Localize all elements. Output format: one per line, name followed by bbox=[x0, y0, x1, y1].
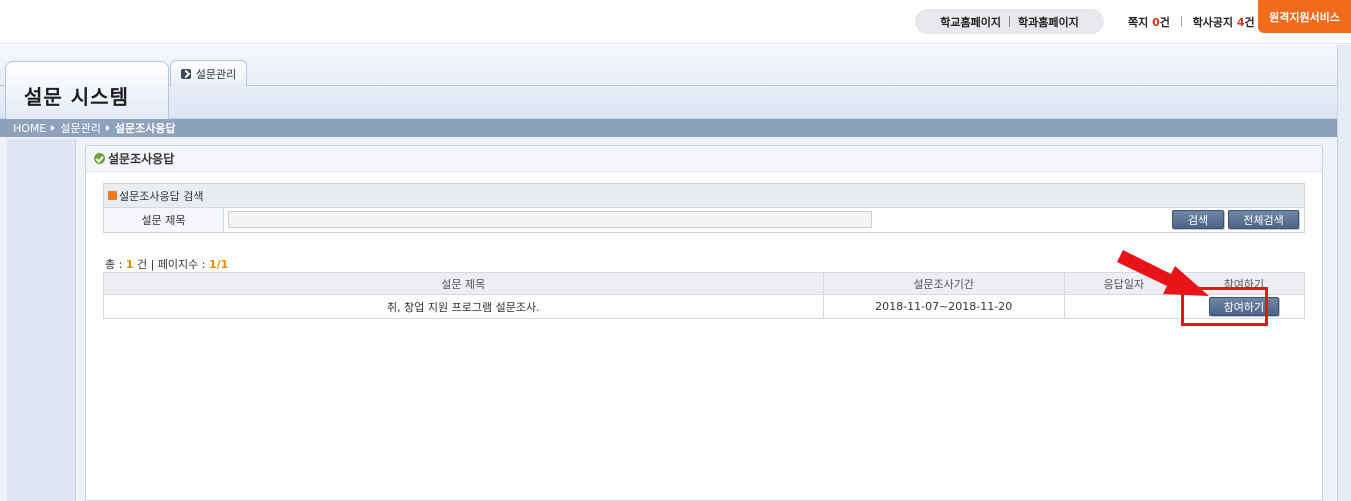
system-title: 설문 시스템 bbox=[24, 85, 129, 109]
messages-link[interactable]: 쪽지 0건 bbox=[1128, 16, 1170, 29]
left-sidebar bbox=[7, 139, 76, 501]
dept-home-link[interactable]: 학과홈페이지 bbox=[1018, 14, 1079, 30]
top-bar: 학교홈페이지 학과홈페이지 쪽지 0건 학사공지 4건 원격지원서비스 bbox=[0, 0, 1351, 44]
divider bbox=[1180, 16, 1182, 27]
annotation-highlight-box bbox=[1181, 287, 1268, 326]
notices-count: 4 bbox=[1236, 16, 1245, 29]
notices-link[interactable]: 학사공지 4건 bbox=[1193, 16, 1255, 29]
page-title: 설문조사응답 bbox=[108, 152, 175, 166]
search-button[interactable]: 검색 bbox=[1172, 210, 1224, 229]
pages-value: 1/1 bbox=[209, 258, 229, 271]
notices-unit: 건 bbox=[1244, 16, 1255, 29]
check-circle-icon bbox=[94, 153, 105, 164]
pages-label: | 페이지수 : bbox=[150, 258, 206, 271]
search-panel: 설문조사응답 검색 설문 제목 검색 전체검색 bbox=[103, 183, 1305, 233]
breadcrumb-arrow-icon bbox=[51, 125, 56, 131]
total-label: 총 : bbox=[105, 258, 123, 271]
content-panel: 설문조사응답 설문조사응답 검색 설문 제목 검색 전체검색 총 : 1 건 |… bbox=[85, 145, 1323, 501]
tab-label: 설문관리 bbox=[195, 67, 237, 81]
search-row: 설문 제목 검색 전체검색 bbox=[104, 208, 1304, 232]
search-panel-header: 설문조사응답 검색 bbox=[104, 184, 1304, 208]
total-count: 1 bbox=[125, 258, 134, 271]
messages-label: 쪽지 bbox=[1128, 16, 1149, 29]
col-header-period: 설문조사기간 bbox=[822, 272, 1065, 295]
right-scroll-strip bbox=[1337, 45, 1351, 501]
messages-unit: 건 bbox=[1159, 16, 1170, 29]
result-summary: 총 : 1 건 | 페이지수 : 1/1 bbox=[105, 256, 228, 272]
cell-period: 2018-11-07~2018-11-20 bbox=[822, 294, 1065, 319]
divider bbox=[1009, 16, 1010, 27]
home-links: 학교홈페이지 학과홈페이지 bbox=[915, 9, 1104, 34]
search-panel-title: 설문조사응답 검색 bbox=[119, 189, 204, 203]
breadcrumb-arrow-icon bbox=[105, 125, 110, 131]
notification-links: 쪽지 0건 학사공지 4건 bbox=[1128, 14, 1255, 30]
search-label: 설문 제목 bbox=[104, 208, 224, 232]
breadcrumb-current: 설문조사응답 bbox=[114, 122, 176, 135]
breadcrumb-level1[interactable]: 설문관리 bbox=[60, 120, 100, 136]
total-unit: 건 bbox=[136, 258, 148, 271]
cell-title: 취, 창업 지원 프로그램 설문조사. bbox=[103, 294, 824, 319]
tab-survey-management[interactable]: 설문관리 bbox=[170, 60, 247, 86]
breadcrumb-home[interactable]: HOME bbox=[13, 122, 46, 135]
col-header-title: 설문 제목 bbox=[103, 272, 824, 295]
page-header: 설문조사응답 bbox=[86, 146, 1322, 172]
header: 설문 시스템 설문관리 bbox=[0, 45, 1351, 119]
rss-icon bbox=[108, 191, 117, 200]
arrow-box-icon bbox=[180, 68, 191, 79]
breadcrumb: HOME 설문관리 설문조사응답 bbox=[0, 119, 1337, 137]
notices-label: 학사공지 bbox=[1192, 16, 1234, 29]
remote-support-button[interactable]: 원격지원서비스 bbox=[1258, 0, 1351, 33]
school-home-link[interactable]: 학교홈페이지 bbox=[940, 14, 1001, 30]
messages-count: 0 bbox=[1152, 16, 1160, 29]
search-all-button[interactable]: 전체검색 bbox=[1228, 210, 1299, 229]
survey-title-search-input[interactable] bbox=[228, 211, 872, 228]
